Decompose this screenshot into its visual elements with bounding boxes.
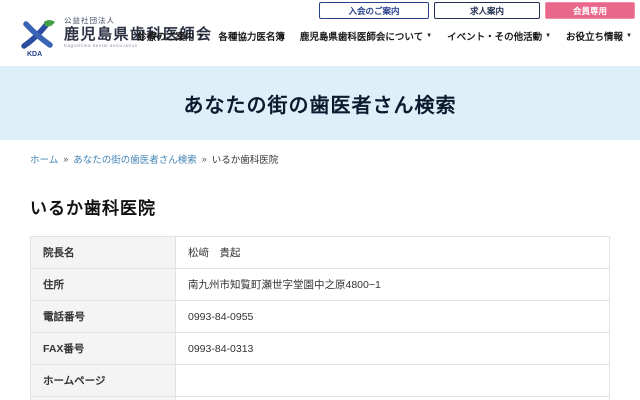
breadcrumb-separator: » [201, 154, 207, 164]
row-value: 南九州市知覧町瀬世字堂園中之原4800−1 [175, 268, 610, 301]
org-type-label: 公益社団法人 [64, 16, 115, 25]
table-row: FAX番号 0993-84-0313 [30, 332, 610, 365]
svg-text:KDA: KDA [27, 51, 42, 57]
table-row: 院長名 松﨑 貴起 [30, 236, 610, 269]
chevron-down-icon: ▼ [197, 33, 204, 39]
row-value: 0993-84-0313 [175, 332, 610, 365]
table-row: ホームページ [30, 364, 610, 397]
row-label: FAX番号 [30, 332, 176, 365]
breadcrumb-link[interactable]: あなたの街の歯医者さん検索 [73, 152, 197, 166]
row-label: 診療科目 [30, 396, 176, 400]
row-value: 松﨑 貴起 [175, 236, 610, 269]
header-button[interactable]: 入会のご案内 [319, 2, 429, 19]
nav-item[interactable]: 各種協力医名簿 [218, 29, 285, 43]
nav-item-label: イベント・その他活動 [447, 32, 543, 43]
breadcrumb-separator: » [63, 154, 69, 164]
chevron-down-icon: ▼ [426, 33, 433, 39]
header-button[interactable]: 求人案内 [434, 2, 540, 19]
chevron-down-icon: ▼ [626, 33, 632, 39]
nav-item[interactable]: イベント・その他活動 ▼ [447, 29, 551, 43]
row-label: 住所 [30, 268, 176, 301]
row-label: 電話番号 [30, 300, 176, 333]
breadcrumb: ホーム » あなたの街の歯医者さん検索 » いるか歯科医院 [30, 152, 610, 166]
row-label: 院長名 [30, 236, 176, 269]
nav-item[interactable]: お役立ち情報 ▼ [566, 29, 632, 43]
nav-item-label: お役立ち情報 [566, 32, 624, 43]
row-label: ホームページ [30, 364, 176, 397]
nav-item-label: 各種協力医名簿 [218, 32, 285, 43]
row-value: 小児歯科歯科 [175, 396, 610, 400]
table-row: 電話番号 0993-84-0955 [30, 300, 610, 333]
search-banner: あなたの街の歯医者さん検索 [0, 66, 640, 140]
nav-item-label: 診療のご案内 [137, 32, 195, 43]
table-row: 住所 南九州市知覧町瀬世字堂園中之原4800−1 [30, 268, 610, 301]
row-value: 0993-84-0955 [175, 300, 610, 333]
nav-item[interactable]: 鹿児島県歯科医師会について ▼ [300, 29, 432, 43]
main-navigation: 診療のご案内 ▼ 各種協力医名簿 鹿児島県歯科医師会について ▼ イベント・その他活動 ▼ お… [137, 29, 632, 43]
table-row: 診療科目小児歯科歯科 [30, 396, 610, 400]
nav-item-label: 鹿児島県歯科医師会について [299, 32, 424, 43]
clinic-detail-table: 院長名 松﨑 貴起 住所 南九州市知覧町瀬世字堂園中之原4800−1 電話番号 0993-… [30, 236, 610, 400]
clinic-name-title: いるか歯科医院 [30, 199, 156, 218]
org-name-en-label: Kagoshima dental association [64, 42, 138, 48]
site-header: KDA 公益社団法人 鹿児島県歯科医師会 Kagoshima dental as… [0, 0, 640, 66]
nav-item[interactable]: 診療のご案内 ▼ [137, 29, 203, 43]
header-action-buttons: 入会のご案内 求人案内 会員専用 [319, 2, 635, 19]
kda-logo-icon: KDA [18, 17, 58, 58]
search-banner-title: あなたの街の歯医者さん検索 [183, 94, 457, 117]
header-button[interactable]: 会員専用 [545, 2, 635, 19]
row-value [175, 364, 610, 397]
breadcrumb-current: いるか歯科医院 [211, 155, 279, 166]
breadcrumb-link[interactable]: ホーム [30, 152, 58, 166]
chevron-down-icon: ▼ [545, 33, 552, 39]
